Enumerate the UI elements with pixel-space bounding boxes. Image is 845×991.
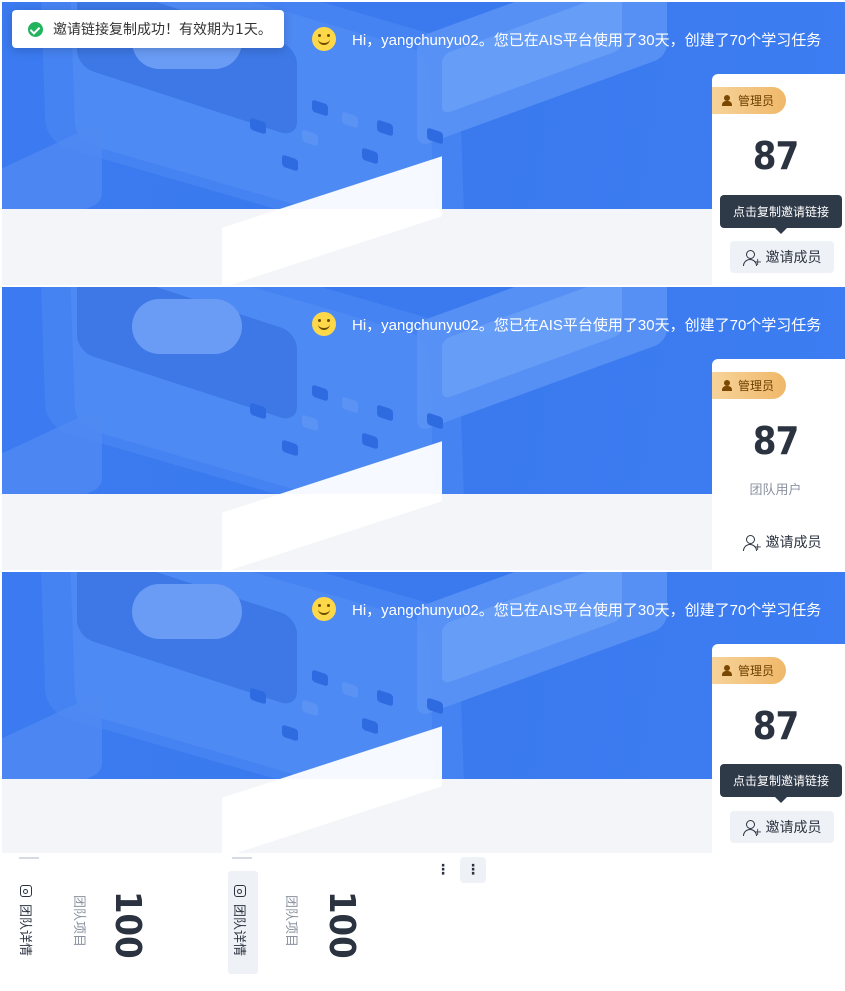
invite-member-label: 邀请成员 [765,820,822,836]
invite-member-button[interactable]: + 邀请成员 [730,526,834,558]
role-badge: 管理员 [712,657,786,684]
smiley-icon [312,597,336,621]
member-count-label: 团队用户 [749,483,802,498]
greeting-text: Hi，yangchunyu02。您已在AIS平台使用了30天，创建了70个学习任… [352,31,822,49]
tab-label: 团队详情 [231,904,246,957]
member-count: 87 [752,704,800,748]
invite-member-label: 邀请成员 [765,250,822,266]
team-header-panel-1: Hi，yangchunyu02。您已在AIS平台使用了30天，创建了70个学习任… [2,2,845,285]
member-count: 87 [752,134,800,178]
member-count: 87 [752,419,800,463]
role-badge: 管理员 [712,87,786,114]
invite-member-label: 邀请成员 [765,535,822,551]
tab-team-details[interactable]: 团队详情 [231,885,250,956]
divider [232,857,252,859]
add-user-icon: + [742,819,762,838]
divider [19,857,39,859]
smiley-icon [312,312,336,336]
team-detail-icon [20,885,33,897]
smiley-icon [312,27,336,51]
check-circle-icon [28,21,43,37]
member-card: 管理员 87 + 邀请成员 [712,74,845,285]
member-card: 管理员 87 + 邀请成员 [712,644,845,853]
user-icon [722,665,732,676]
tab-team-details[interactable]: 团队详情 [17,885,36,956]
team-detail-icon [234,885,247,897]
tab-label: 团队详情 [17,904,32,957]
team-header-panel-3: Hi，yangchunyu02。您已在AIS平台使用了30天，创建了70个学习任… [2,572,845,853]
stat-label: 团队项目 [283,895,298,948]
role-badge: 管理员 [712,372,786,399]
invite-member-button[interactable]: + 邀请成员 [730,241,834,273]
stat-value: 100 [321,891,362,959]
user-icon [722,95,732,106]
add-user-icon: + [742,534,762,553]
stat-value: 100 [107,891,148,959]
team-stats-strip: 团队详情 团队项目 100 团队详情 团队项目 100 ⋮ ⋮ [0,853,845,991]
add-user-icon: + [742,249,762,268]
greeting-text: Hi，yangchunyu02。您已在AIS平台使用了30天，创建了70个学习任… [352,316,822,334]
copy-invite-tooltip: 点击复制邀请链接 [720,195,842,234]
greeting-text: Hi，yangchunyu02。您已在AIS平台使用了30天，创建了70个学习任… [352,601,822,619]
more-options-icon[interactable]: ⋮ [460,857,486,883]
role-badge-label: 管理员 [738,94,775,108]
toast-message: 邀请链接复制成功！有效期为1天。 [53,22,272,38]
stat-label: 团队项目 [71,895,86,948]
role-badge-label: 管理员 [738,379,775,393]
role-badge-label: 管理员 [738,664,775,678]
user-icon [722,380,732,391]
copy-invite-tooltip: 点击复制邀请链接 [720,764,842,803]
more-options-icon[interactable]: ⋮ [430,857,456,883]
success-toast: 邀请链接复制成功！有效期为1天。 [12,10,284,48]
invite-member-button[interactable]: + 邀请成员 [730,811,834,843]
member-card: 管理员 87 团队用户 + 邀请成员 [712,359,845,570]
greeting: Hi，yangchunyu02。您已在AIS平台使用了30天，创建了70个学习任… [312,311,821,337]
greeting: Hi，yangchunyu02。您已在AIS平台使用了30天，创建了70个学习任… [312,596,821,622]
greeting: Hi，yangchunyu02。您已在AIS平台使用了30天，创建了70个学习任… [312,26,821,52]
team-header-panel-2: Hi，yangchunyu02。您已在AIS平台使用了30天，创建了70个学习任… [2,287,845,570]
